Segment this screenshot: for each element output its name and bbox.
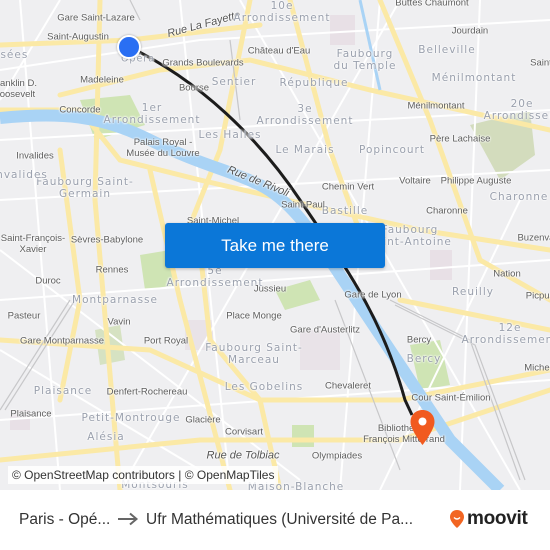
district-label: Plaisance — [33, 384, 93, 397]
district-label: Petit-Montrouge — [81, 411, 181, 424]
origin-label: Paris - Opé... — [19, 511, 111, 528]
district-label: 3e Arrondissement — [256, 102, 354, 127]
moovit-pin-icon — [450, 510, 464, 528]
station-label: Grands Boulevards — [162, 57, 244, 69]
station-label: Gare Montparnasse — [20, 335, 104, 347]
station-label: Invalides — [16, 150, 54, 162]
map-view[interactable]: Rue La Fayette Rue de Rivoli Rue de Tolb… — [0, 0, 550, 490]
station-label: Franklin D. Roosevelt — [0, 78, 37, 100]
district-label: Faubourg du Temple — [333, 47, 397, 72]
station-label: Buzenval — [517, 232, 550, 244]
district-label: Alésia — [87, 430, 125, 443]
station-label: Château d'Eau — [247, 45, 311, 57]
district-label: Popincourt — [359, 143, 425, 156]
district-label: 12e Arrondissement — [461, 321, 550, 346]
building-area — [330, 15, 355, 45]
district-label: Montparnasse — [72, 293, 158, 306]
district-label: Reuilly — [452, 285, 494, 298]
district-label: Invalides — [0, 168, 48, 181]
station-label: Buttes Chaumont — [395, 0, 469, 9]
station-label: Bercy — [406, 334, 432, 346]
station-label: Glacière — [185, 414, 221, 426]
station-label: Chemin Vert — [321, 181, 375, 193]
openmaptiles-attribution-link[interactable]: © OpenMapTiles — [185, 468, 275, 482]
arrow-right-icon — [118, 512, 139, 526]
station-label: Sèvres-Babylone — [70, 234, 144, 246]
station-label: Palais Royal - Musée du Louvre — [126, 137, 200, 159]
station-label: Ménilmontant — [407, 100, 465, 112]
park-square — [292, 425, 314, 447]
station-label: Port Royal — [143, 335, 189, 347]
route-footer: Paris - Opé... Ufr Mathématiques (Univer… — [0, 490, 550, 550]
station-label: Saint-Augustin — [47, 31, 109, 43]
district-label: Le Marais — [275, 143, 335, 156]
station-label: Père Lachaise — [429, 133, 491, 145]
station-label: Saint — [530, 57, 550, 69]
district-label: République — [279, 76, 349, 89]
station-label: Rennes — [95, 264, 129, 276]
station-label: Chevaleret — [325, 380, 371, 392]
district-label: 5e Arrondissement — [166, 264, 264, 289]
district-label: Sentier — [211, 75, 257, 88]
district-label: Bastille — [321, 204, 369, 217]
district-label: Faubourg Saint- Marceau — [205, 341, 303, 366]
district-label: Belleville — [418, 43, 476, 56]
station-label: Michel — [524, 362, 550, 374]
station-label: Saint-Paul — [281, 199, 325, 211]
map-attribution: © OpenStreetMap contributors | © OpenMap… — [8, 466, 279, 484]
attribution-separator: | — [174, 468, 185, 482]
start-location-marker[interactable] — [117, 35, 141, 59]
building-area — [430, 250, 452, 280]
osm-attribution-link[interactable]: © OpenStreetMap contributors — [12, 468, 175, 482]
district-label: Ménilmontant — [431, 71, 517, 84]
street-label: Rue de Tolbiac — [206, 449, 280, 462]
station-label: Olympiades — [311, 450, 363, 462]
district-label: Faubourg Saint- Germain — [36, 175, 134, 200]
district-label: 1er Arrondissement — [103, 101, 201, 126]
station-label: Nation — [493, 268, 521, 280]
district-label: Les Gobelins — [224, 380, 304, 393]
station-label: Denfert-Rochereau — [106, 386, 188, 398]
station-label: Vavin — [107, 316, 131, 328]
district-label: 10e Arrondissement — [233, 0, 331, 24]
station-label: Duroc — [35, 275, 61, 287]
station-label: Jourdain — [451, 25, 489, 37]
moovit-wordmark: moovit — [467, 508, 528, 529]
take-me-there-button[interactable]: Take me there — [165, 223, 385, 268]
station-label: Gare de Lyon — [344, 289, 402, 301]
building-area — [300, 330, 340, 370]
district-label: Charonne — [489, 190, 549, 203]
station-label: Plaisance — [10, 408, 52, 420]
station-label: Place Monge — [226, 310, 282, 322]
station-label: Gare Saint-Lazare — [57, 12, 135, 24]
station-label: Pasteur — [7, 310, 41, 322]
district-label: Bercy — [406, 352, 442, 365]
station-label: Picpus — [525, 290, 550, 302]
district-label: Les Halles — [198, 128, 262, 141]
station-label: Cour Saint-Émilion — [411, 392, 491, 404]
station-label: Jussieu — [253, 283, 287, 295]
destination-pin-icon[interactable] — [409, 409, 436, 446]
station-label: Gare d'Austerlitz — [290, 324, 360, 336]
destination-label: Ufr Mathématiques (Université de Pa... — [146, 511, 414, 528]
station-label: Saint-François- Xavier — [0, 233, 66, 255]
station-label: Bourse — [178, 82, 210, 94]
station-label: Philippe Auguste — [440, 175, 512, 187]
district-label: Élysées — [0, 48, 29, 61]
station-label: Concorde — [59, 104, 101, 116]
district-label: 20e Arrondissem — [483, 97, 550, 122]
station-label: Voltaire — [399, 175, 431, 187]
station-label: Madeleine — [80, 74, 124, 86]
station-label: Corvisart — [224, 426, 264, 438]
station-label: Charonne — [426, 205, 468, 217]
moovit-logo[interactable]: moovit — [449, 508, 528, 530]
